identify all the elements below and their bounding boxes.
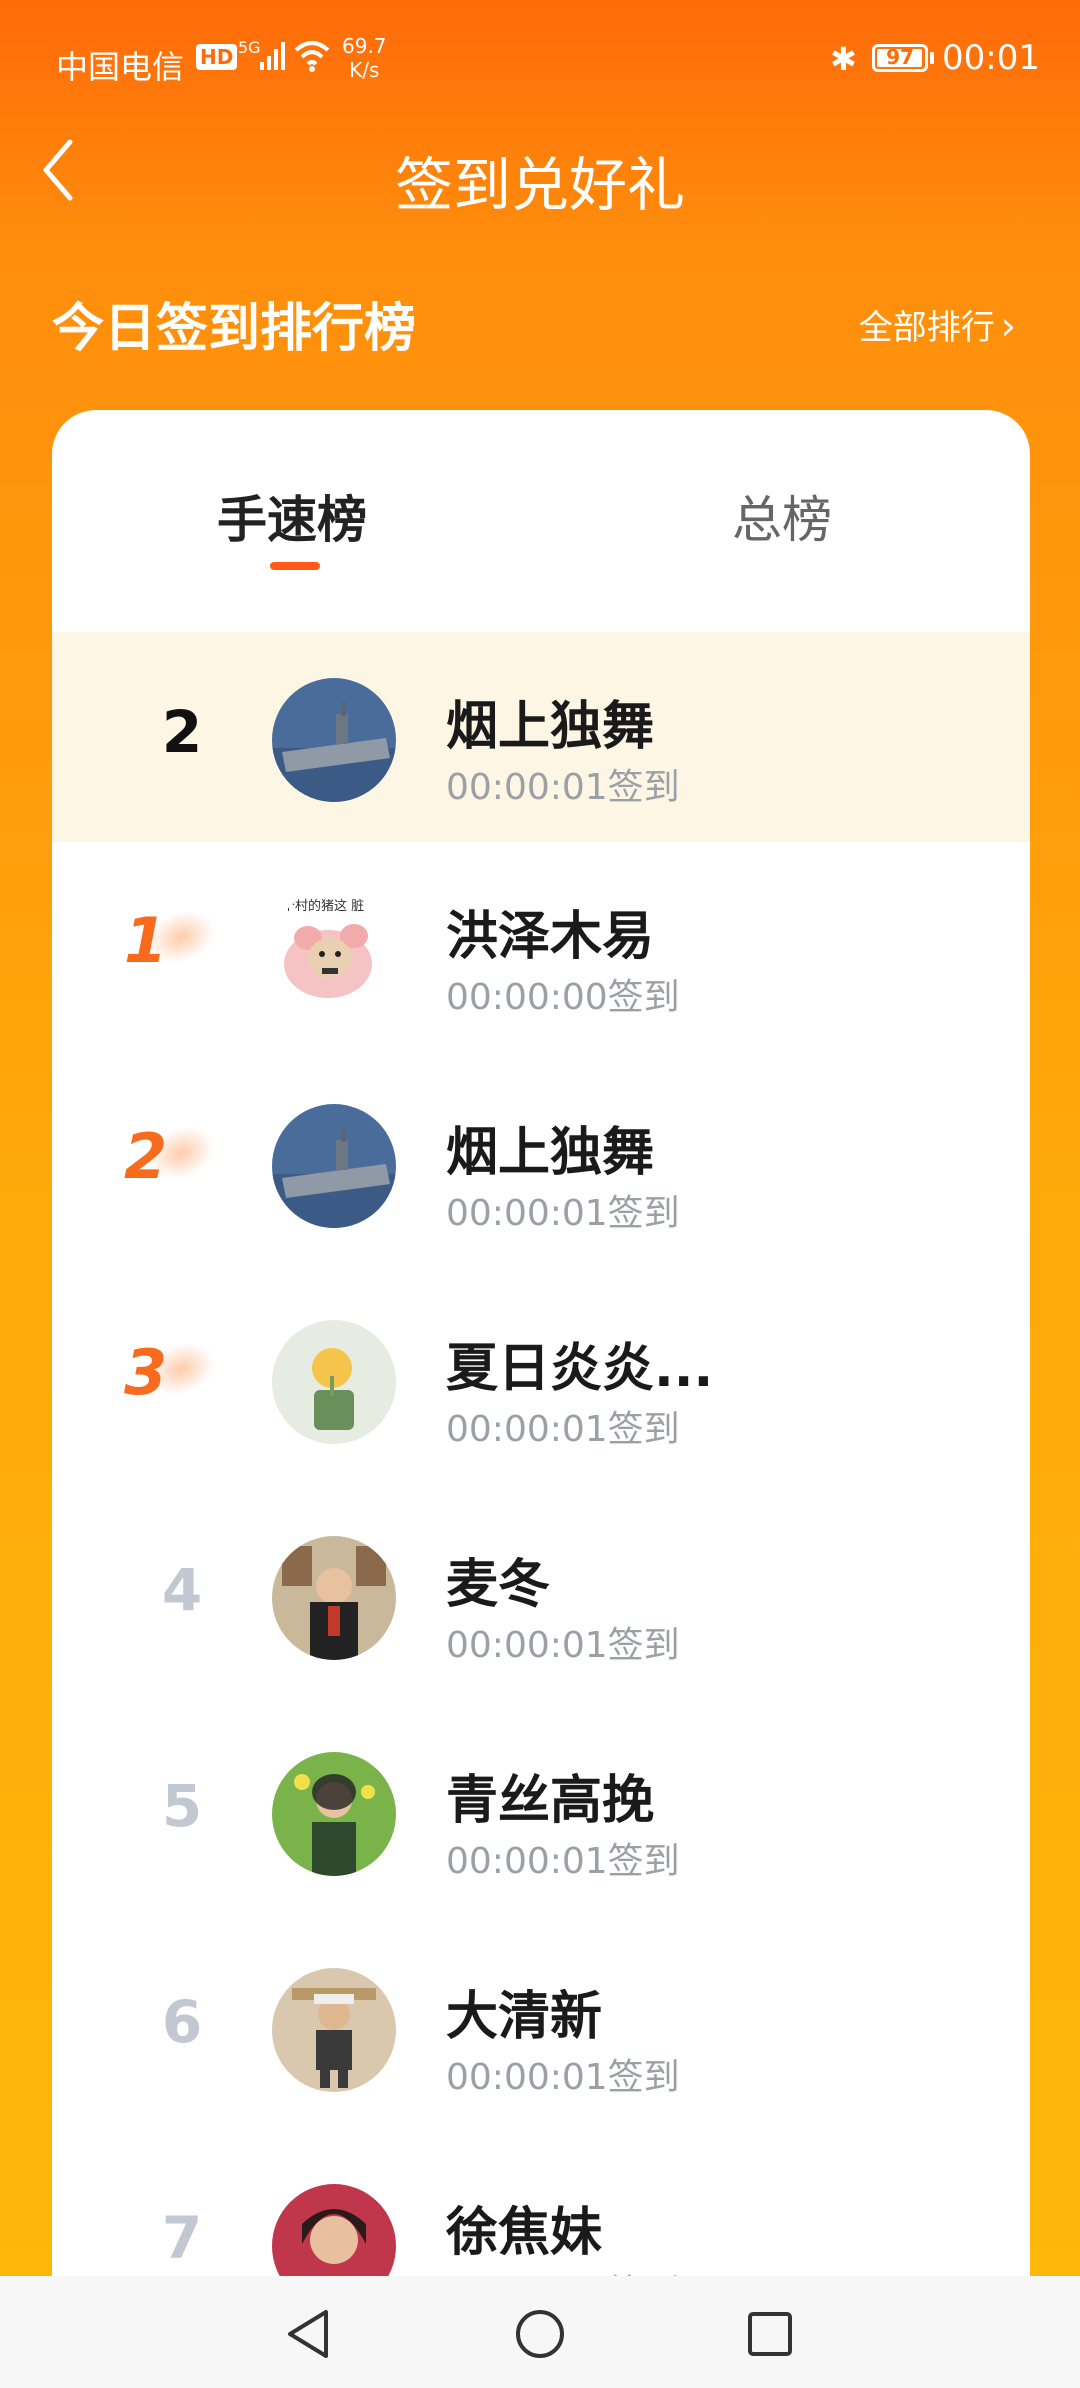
list-item[interactable]: 4 麦冬 00:00:01签到 (52, 1490, 1030, 1706)
list-item[interactable]: 6 大清新 00:00:01签到 (52, 1922, 1030, 2138)
avatar-caption: 个村的猪这 脏 (282, 898, 364, 914)
my-rank-number: 2 (161, 698, 203, 766)
list-item[interactable]: 1 个村的猪这 脏 洪泽木易 00:00:00签到 (52, 842, 1030, 1058)
user-name: 烟上独舞 (446, 1123, 655, 1183)
page-title: 签到兑好礼 (394, 151, 685, 219)
ranking-card: 手速榜 总榜 2 烟上独舞 00:00:01签到 1 个村的猪这 脏 洪泽木易 … (52, 410, 1030, 2310)
my-rank-row: 2 烟上独舞 00:00:01签到 (52, 632, 1030, 842)
chevron-right-icon: › (1000, 304, 1016, 348)
avatar[interactable] (272, 1752, 396, 1876)
rank-badge: 2 (112, 1117, 232, 1200)
speed-unit: K/s (349, 58, 380, 82)
avatar[interactable] (272, 1536, 396, 1660)
system-navigation-bar (0, 2276, 1080, 2388)
user-name: 洪泽木易 (446, 907, 655, 967)
signal-bars-icon (260, 42, 285, 70)
checkin-time: 00:00:01签到 (446, 2057, 680, 2098)
list-item[interactable]: 5 青丝高挽 00:00:01签到 (52, 1706, 1030, 1922)
tab-total-ranking[interactable]: 总榜 (732, 480, 832, 552)
avatar[interactable] (272, 1968, 396, 2092)
checkin-time: 00:00:01签到 (446, 1625, 680, 1666)
rank-badge: 1 (112, 901, 232, 984)
ranking-header: 今日签到排行榜 (52, 299, 417, 359)
status-bar: 中国电信 HD 5G 69.7 K/s ✱ 97 00:01 (0, 0, 1080, 120)
battery-icon: 97 (872, 44, 928, 72)
rank-number: 6 (161, 1988, 203, 2056)
all-ranking-link[interactable]: 全部排行 › (859, 300, 1016, 349)
rank-number: 7 (161, 2204, 203, 2272)
rank-number: 3 (124, 1336, 168, 1409)
network-speed: 69.7 K/s (342, 34, 387, 82)
avatar[interactable] (272, 678, 396, 802)
rank-number: 5 (161, 1772, 203, 1840)
avatar[interactable] (272, 1320, 396, 1444)
user-name: 徐焦妹 (446, 2203, 603, 2263)
circle-home-icon[interactable] (512, 2306, 568, 2362)
list-item[interactable]: 3 夏日炎炎... 00:00:01签到 (52, 1274, 1030, 1490)
avatar[interactable]: 个村的猪这 脏 (272, 888, 396, 1012)
user-name: 夏日炎炎... (446, 1339, 714, 1399)
rank-number: 1 (124, 904, 168, 977)
status-time: 00:01 (942, 38, 1040, 78)
carrier-label: 中国电信 (56, 48, 185, 86)
rank-badge: 3 (112, 1333, 232, 1416)
triangle-back-icon[interactable] (282, 2306, 338, 2362)
wifi-icon (294, 41, 330, 72)
all-ranking-label: 全部排行 (858, 308, 995, 348)
battery-tip (930, 52, 934, 64)
battery-level: 97 (886, 45, 914, 69)
list-item[interactable]: 2 烟上独舞 00:00:01签到 (52, 1058, 1030, 1274)
checkin-time: 00:00:01签到 (446, 1841, 680, 1882)
checkin-time: 00:00:01签到 (446, 1193, 680, 1234)
avatar[interactable] (272, 1104, 396, 1228)
rank-number: 2 (124, 1120, 168, 1193)
user-name: 烟上独舞 (446, 697, 655, 757)
active-tab-indicator (270, 562, 320, 570)
tab-speed-ranking[interactable]: 手速榜 (217, 480, 367, 552)
hd-badge: HD (196, 44, 238, 70)
rank-number: 4 (161, 1556, 203, 1624)
user-name: 青丝高挽 (446, 1771, 655, 1831)
checkin-time: 00:00:01签到 (446, 1409, 680, 1450)
square-recent-icon[interactable] (742, 2306, 798, 2362)
bluetooth-icon: ✱ (830, 40, 857, 78)
speed-value: 69.7 (342, 34, 387, 58)
checkin-time: 00:00:00签到 (446, 977, 680, 1018)
user-name: 大清新 (446, 1987, 603, 2047)
user-name: 麦冬 (446, 1555, 551, 1615)
checkin-time: 00:00:01签到 (446, 767, 680, 808)
